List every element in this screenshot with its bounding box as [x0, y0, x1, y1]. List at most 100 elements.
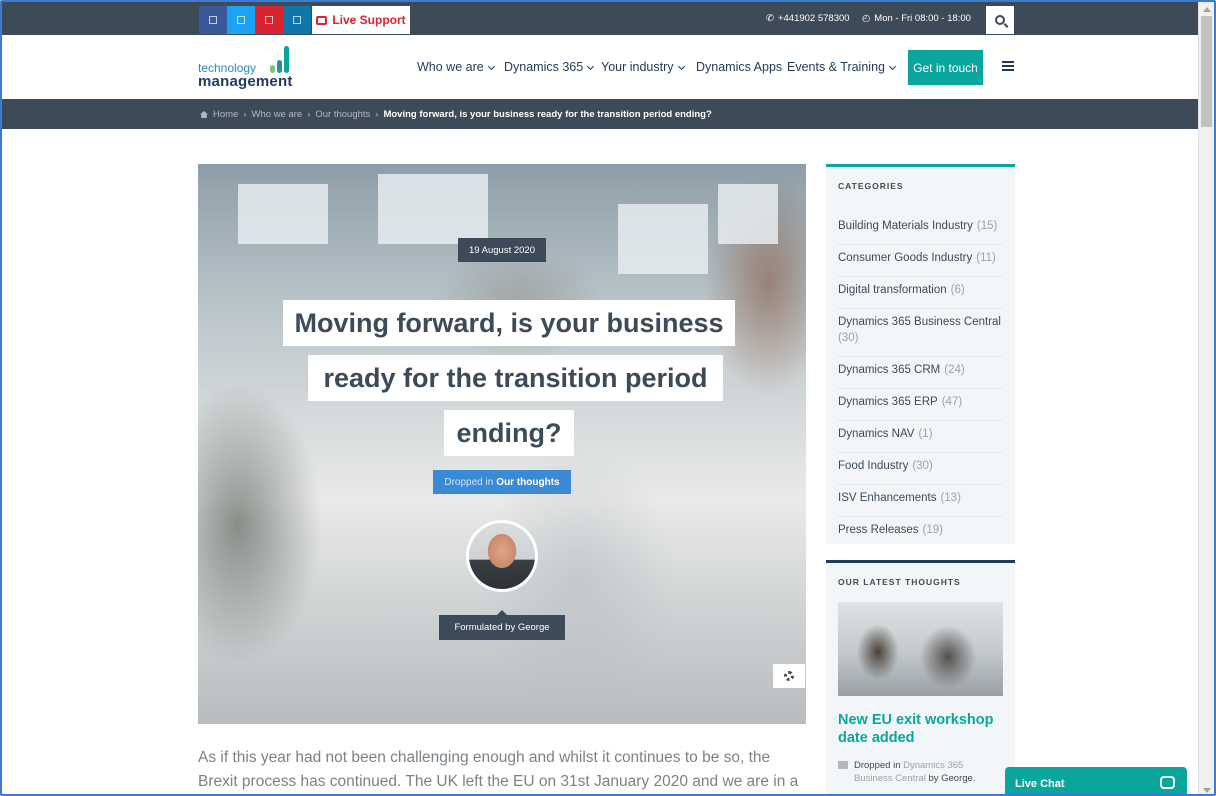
- category-label: Dynamics 365 Business Central: [838, 316, 1001, 328]
- phone-contact[interactable]: ✆ +441902 578300: [766, 2, 850, 35]
- latest-post-title[interactable]: New EU exit workshop date added: [838, 711, 1003, 747]
- latest-post-meta: Dropped in Dynamics 365 Business Central…: [838, 759, 1003, 785]
- briefcase-icon: [316, 15, 328, 25]
- post-title-line-1: Moving forward, is your business: [283, 300, 735, 346]
- meta-prefix: Dropped in: [854, 760, 901, 771]
- category-label: Consumer Goods Industry: [838, 252, 973, 264]
- vertical-scrollbar[interactable]: [1198, 2, 1214, 794]
- category-item[interactable]: Food Industry (30): [838, 453, 1002, 485]
- nav-dynamics-apps[interactable]: Dynamics Apps: [696, 60, 782, 74]
- browser-viewport: Live Support ✆ +441902 578300 ◴ Mon - Fr…: [0, 0, 1216, 796]
- settings-button[interactable]: [773, 664, 805, 688]
- youtube-icon[interactable]: [255, 6, 283, 34]
- category-item[interactable]: Consumer Goods Industry (11): [838, 245, 1002, 277]
- chevron-down-icon: [587, 62, 595, 71]
- category-count: (15): [976, 220, 998, 232]
- category-count: (13): [940, 492, 961, 504]
- facebook-icon[interactable]: [199, 6, 227, 34]
- author-tag: Formulated by George: [439, 610, 565, 640]
- chevron-down-icon: [677, 62, 685, 71]
- categories-list: Building Materials Industry (15) Consumer…: [838, 213, 1002, 548]
- live-support-button[interactable]: Live Support: [312, 6, 410, 34]
- gear-icon: [784, 671, 794, 681]
- linkedin-icon[interactable]: [283, 6, 311, 34]
- meta-author: by George.: [928, 773, 976, 784]
- live-chat-label: Live Chat: [1015, 778, 1065, 790]
- nav-your-industry[interactable]: Your industry: [601, 60, 685, 74]
- live-support-label: Live Support: [332, 13, 406, 27]
- phone-number: +441902 578300: [777, 13, 850, 24]
- chevron-down-icon: [888, 62, 897, 71]
- opening-hours: ◴ Mon - Fri 08:00 - 18:00: [862, 2, 971, 35]
- category-count: (24): [944, 364, 965, 376]
- post-title-line-3: ending?: [444, 410, 574, 456]
- categories-widget: CATEGORIES Building Materials Industry (1…: [826, 164, 1015, 544]
- scroll-thumb[interactable]: [1201, 16, 1212, 127]
- nav-label: Dynamics Apps: [696, 60, 783, 74]
- latest-post-thumbnail[interactable]: [838, 602, 1003, 696]
- category-item[interactable]: Dynamics 365 Business Central (30): [838, 309, 1002, 357]
- category-label: Dynamics 365 CRM: [838, 364, 941, 376]
- site-logo[interactable]: technology management: [198, 45, 298, 90]
- category-count: (1): [918, 428, 933, 440]
- category-item[interactable]: Dynamics NAV (1): [838, 421, 1002, 453]
- menu-icon[interactable]: [1002, 61, 1014, 71]
- chat-bubble-icon: [1160, 776, 1175, 789]
- nav-label: Events & Training: [787, 60, 885, 74]
- nav-who-we-are[interactable]: Who we are: [417, 60, 495, 74]
- phone-icon: ✆: [766, 13, 774, 24]
- category-label: Dynamics NAV: [838, 428, 915, 440]
- category-count: (19): [922, 524, 943, 536]
- category-count: (6): [950, 284, 965, 296]
- post-date: 19 August 2020: [458, 238, 546, 262]
- category-item[interactable]: Dynamics 365 CRM (24): [838, 357, 1002, 389]
- breadcrumb-separator: ›: [375, 109, 379, 120]
- breadcrumb-separator: ›: [307, 109, 311, 120]
- categories-heading: CATEGORIES: [838, 181, 904, 191]
- latest-thoughts-heading: OUR LATEST THOUGHTS: [838, 577, 961, 587]
- search-button[interactable]: [986, 6, 1014, 34]
- opening-hours-text: Mon - Fri 08:00 - 18:00: [874, 13, 971, 24]
- breadcrumb-home[interactable]: Home: [213, 109, 238, 120]
- post-category-tag[interactable]: Dropped in Our thoughts: [433, 470, 571, 494]
- category-item[interactable]: Digital transformation (6): [838, 277, 1002, 309]
- category-item[interactable]: ISV Enhancements (13): [838, 485, 1002, 517]
- clock-icon: ◴: [862, 13, 871, 24]
- folder-icon: [838, 761, 848, 769]
- dropped-in-prefix: Dropped in: [444, 476, 494, 488]
- nav-label: Your industry: [601, 60, 674, 74]
- nav-label: Dynamics 365: [504, 60, 584, 74]
- breadcrumb-separator: ›: [243, 109, 247, 120]
- background-window: [238, 184, 328, 244]
- background-window: [618, 204, 708, 274]
- breadcrumb: Home › Who we are › Our thoughts › Movin…: [2, 99, 1198, 129]
- twitter-icon[interactable]: [227, 6, 255, 34]
- post-category: Our thoughts: [496, 476, 560, 488]
- scroll-up-icon[interactable]: [1203, 7, 1211, 12]
- latest-thoughts-widget: OUR LATEST THOUGHTS New EU exit workshop…: [826, 560, 1015, 794]
- category-label: Dynamics 365 ERP: [838, 396, 938, 408]
- category-item[interactable]: Press Releases (19): [838, 517, 1002, 548]
- breadcrumb-who-we-are[interactable]: Who we are: [252, 109, 303, 120]
- category-item[interactable]: Dynamics 365 ERP (47): [838, 389, 1002, 421]
- logo-bar-icon: [270, 65, 275, 73]
- top-bar: Live Support ✆ +441902 578300 ◴ Mon - Fr…: [2, 2, 1198, 35]
- category-count: (47): [941, 396, 963, 408]
- background-window: [378, 174, 488, 244]
- post-title-line-2: ready for the transition period: [308, 355, 723, 401]
- nav-events-training[interactable]: Events & Training: [787, 60, 897, 74]
- category-count: (11): [976, 252, 996, 264]
- get-in-touch-button[interactable]: Get in touch: [908, 50, 983, 85]
- category-label: ISV Enhancements: [838, 492, 937, 504]
- live-chat-widget[interactable]: Live Chat: [1005, 767, 1187, 794]
- breadcrumb-current: Moving forward, is your business ready f…: [383, 109, 712, 120]
- category-label: Food Industry: [838, 460, 909, 472]
- breadcrumb-our-thoughts[interactable]: Our thoughts: [315, 109, 370, 120]
- category-label: Building Materials Industry: [838, 220, 973, 232]
- author-avatar[interactable]: [466, 520, 538, 592]
- category-item[interactable]: Building Materials Industry (15): [838, 213, 1002, 245]
- logo-bar-icon: [284, 46, 289, 73]
- nav-dynamics-365[interactable]: Dynamics 365: [504, 60, 595, 74]
- background-window: [718, 184, 778, 244]
- scroll-down-icon[interactable]: [1203, 788, 1211, 793]
